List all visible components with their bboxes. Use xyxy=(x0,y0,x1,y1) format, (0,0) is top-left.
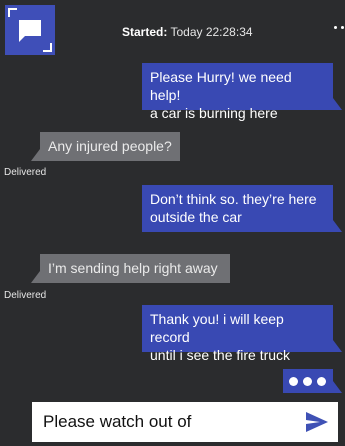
send-icon[interactable] xyxy=(306,412,328,432)
message-composer xyxy=(32,402,338,442)
chat-bubble-icon xyxy=(5,5,55,55)
started-label: Started: xyxy=(122,25,168,39)
started-value: Today 22:28:34 xyxy=(170,25,253,39)
message-input[interactable] xyxy=(32,402,292,442)
message-outgoing: Thank you! i will keep record until i se… xyxy=(142,305,342,363)
delivered-status: Delivered xyxy=(4,290,47,301)
message-incoming: I’m sending help right away xyxy=(31,254,230,283)
delivered-status: Delivered xyxy=(4,167,47,178)
typing-dots-icon xyxy=(283,369,342,393)
started-time: Started: Today 22:28:34 xyxy=(122,25,253,39)
chat-header: Started: Today 22:28:34 xyxy=(0,0,345,62)
more-dots-icon[interactable] xyxy=(333,23,345,35)
message-outgoing: Don’t think so. they’re here outside the… xyxy=(142,185,342,232)
message-outgoing: Please Hurry! we need help! a car is bur… xyxy=(142,63,342,121)
message-incoming: Any injured people? xyxy=(31,132,180,161)
